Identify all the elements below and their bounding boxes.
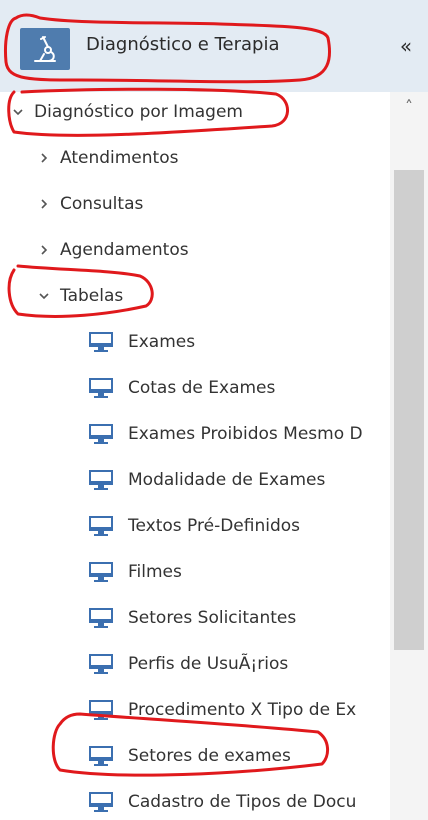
tree-item-label: Textos Pré-Definidos bbox=[128, 516, 301, 536]
tree-item-label: Atendimentos bbox=[60, 148, 179, 168]
monitor-icon bbox=[89, 424, 113, 444]
chevron-down-icon bbox=[10, 104, 26, 120]
chevron-down-icon bbox=[36, 288, 52, 304]
tree-item-label: Setores de exames bbox=[128, 746, 291, 766]
tree-item-procedimento-x-tipo-de-ex[interactable]: Procedimento X Tipo de Ex bbox=[0, 690, 390, 730]
monitor-icon bbox=[89, 654, 113, 674]
tree-item-cadastro-de-tipos-de-docu[interactable]: Cadastro de Tipos de Docu bbox=[0, 782, 390, 820]
module-badge bbox=[20, 28, 70, 70]
tree-item-label: Cotas de Exames bbox=[128, 378, 276, 398]
tree-item-perfis-de-usua-rios[interactable]: Perfis de UsuÃ¡rios bbox=[0, 644, 390, 684]
double-chevron-left-icon: « bbox=[399, 34, 413, 58]
tree-item-label: Exames Proibidos Mesmo D bbox=[128, 424, 363, 444]
tree-item-diagnostico-por-imagem[interactable]: Diagnóstico por Imagem bbox=[0, 92, 390, 132]
tree-item-label: Procedimento X Tipo de Ex bbox=[128, 700, 357, 720]
monitor-icon bbox=[89, 378, 113, 398]
tree-item-textos-pre-definidos[interactable]: Textos Pré-Definidos bbox=[0, 506, 390, 546]
tree-item-exames[interactable]: Exames bbox=[0, 322, 390, 362]
tree-item-label: Agendamentos bbox=[60, 240, 189, 260]
module-title[interactable]: Diagnóstico e Terapia bbox=[86, 34, 280, 55]
tree-item-label: Cadastro de Tipos de Docu bbox=[128, 792, 357, 812]
monitor-icon bbox=[89, 608, 113, 628]
tree-item-agendamentos[interactable]: Agendamentos bbox=[0, 230, 390, 270]
tree-item-label: Perfis de UsuÃ¡rios bbox=[128, 654, 289, 674]
tree-item-label: Consultas bbox=[60, 194, 144, 214]
tree-item-filmes[interactable]: Filmes bbox=[0, 552, 390, 592]
tree-item-cotas-de-exames[interactable]: Cotas de Exames bbox=[0, 368, 390, 408]
monitor-icon bbox=[89, 700, 113, 720]
navigation-tree: Diagnóstico por Imagem Atendimentos Cons… bbox=[0, 92, 390, 820]
microscope-icon bbox=[34, 36, 56, 62]
tree-item-exames-proibidos-mesmo-d[interactable]: Exames Proibidos Mesmo D bbox=[0, 414, 390, 454]
module-header: Diagnóstico e Terapia « bbox=[0, 0, 428, 92]
tree-item-modalidade-de-exames[interactable]: Modalidade de Exames bbox=[0, 460, 390, 500]
tree-item-setores-de-exames[interactable]: Setores de exames bbox=[0, 736, 390, 776]
tree-item-label: Setores Solicitantes bbox=[128, 608, 297, 628]
tree-item-tabelas[interactable]: Tabelas bbox=[0, 276, 390, 316]
chevron-up-icon: ˄ bbox=[405, 97, 413, 116]
chevron-right-icon bbox=[36, 196, 52, 212]
scrollbar-thumb[interactable] bbox=[394, 170, 424, 650]
tree-item-label: Exames bbox=[128, 332, 196, 352]
tree-item-label: Diagnóstico por Imagem bbox=[34, 102, 243, 122]
chevron-right-icon bbox=[36, 150, 52, 166]
monitor-icon bbox=[89, 332, 113, 352]
monitor-icon bbox=[89, 792, 113, 812]
chevron-right-icon bbox=[36, 242, 52, 258]
monitor-icon bbox=[89, 470, 113, 490]
collapse-sidebar-button[interactable]: « bbox=[392, 32, 420, 60]
tree-item-label: Tabelas bbox=[60, 286, 124, 306]
tree-item-label: Modalidade de Exames bbox=[128, 470, 326, 490]
monitor-icon bbox=[89, 746, 113, 766]
scroll-up-button[interactable]: ˄ bbox=[390, 92, 428, 122]
vertical-scrollbar[interactable]: ˄ bbox=[390, 92, 428, 820]
monitor-icon bbox=[89, 562, 113, 582]
tree-item-setores-solicitantes[interactable]: Setores Solicitantes bbox=[0, 598, 390, 638]
monitor-icon bbox=[89, 516, 113, 536]
tree-item-label: Filmes bbox=[128, 562, 182, 582]
tree-item-consultas[interactable]: Consultas bbox=[0, 184, 390, 224]
tree-item-atendimentos[interactable]: Atendimentos bbox=[0, 138, 390, 178]
